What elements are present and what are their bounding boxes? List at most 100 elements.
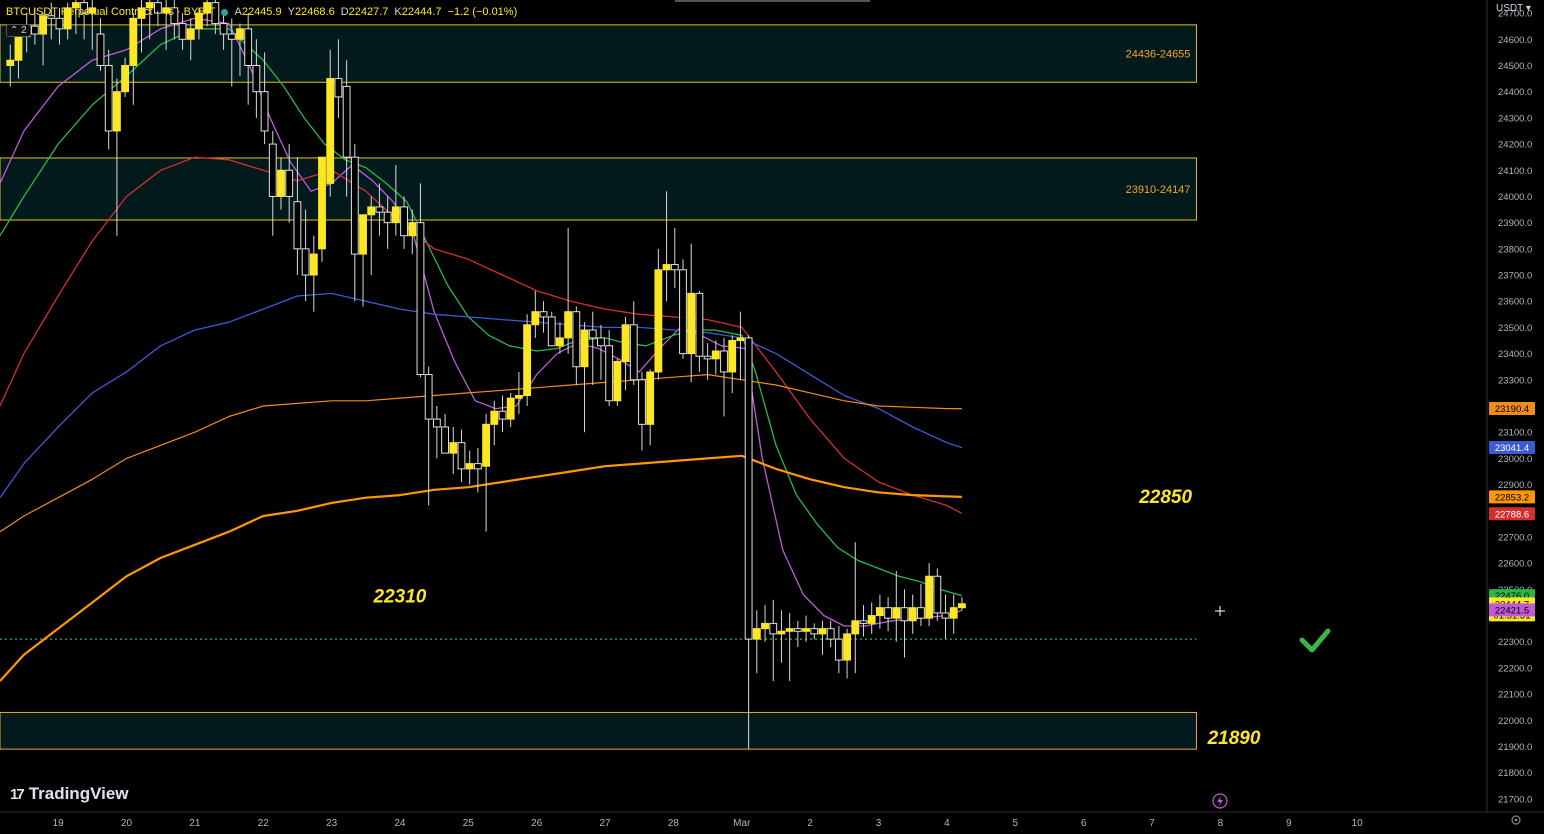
candle-body-up: [367, 206, 376, 216]
candle[interactable]: [309, 235, 318, 312]
candle[interactable]: [941, 594, 950, 640]
ema-line-5: [0, 454, 962, 682]
candle[interactable]: [949, 594, 958, 634]
candle[interactable]: [867, 602, 876, 634]
candle[interactable]: [506, 392, 515, 427]
y-tick-label: 23100.0: [1498, 428, 1532, 439]
y-tick-label: 22200.0: [1498, 663, 1532, 674]
candle[interactable]: [851, 542, 860, 674]
candle[interactable]: [359, 214, 367, 307]
candle[interactable]: [301, 209, 310, 302]
candle-body-down: [334, 78, 343, 98]
top-scroll-indicator[interactable]: [675, 0, 870, 2]
candle[interactable]: [457, 429, 466, 482]
candle[interactable]: [424, 366, 433, 506]
candle[interactable]: [449, 426, 458, 475]
candle[interactable]: [670, 227, 679, 289]
candle[interactable]: [129, 13, 138, 105]
candle[interactable]: [859, 605, 868, 637]
symbol-title: BTCUSDT Perpetual Contract · 4s · BYBIT: [6, 6, 216, 18]
candle[interactable]: [432, 406, 441, 459]
chevron-down-icon: ▾: [1525, 3, 1531, 14]
x-tick-label: 4: [944, 818, 950, 829]
candle[interactable]: [777, 610, 786, 663]
candle[interactable]: [597, 324, 605, 380]
candle[interactable]: [810, 623, 819, 640]
currency-selector[interactable]: USDT ▾: [1496, 3, 1531, 14]
candle-body-down: [834, 638, 843, 661]
candle-body-down: [375, 206, 384, 213]
candle[interactable]: [531, 290, 540, 338]
candle[interactable]: [514, 371, 523, 414]
candle[interactable]: [925, 563, 934, 627]
candle-body-up: [564, 311, 573, 339]
candle[interactable]: [826, 620, 835, 647]
candle[interactable]: [613, 358, 622, 406]
candle[interactable]: [761, 605, 769, 642]
candle[interactable]: [621, 316, 630, 391]
candle[interactable]: [498, 395, 507, 433]
candle[interactable]: [695, 290, 704, 372]
candle[interactable]: [482, 413, 491, 532]
x-tick-label: 5: [1012, 818, 1018, 829]
candle[interactable]: [679, 259, 687, 359]
candle[interactable]: [843, 628, 851, 679]
candle[interactable]: [547, 311, 556, 347]
candle[interactable]: [744, 335, 753, 750]
chart-svg[interactable]: 24436-2465523910-24147 223102285021890 2…: [0, 0, 1544, 829]
candle[interactable]: [884, 597, 893, 632]
candle-body-up: [129, 17, 138, 66]
zone-upper-label: 24436-24655: [1126, 49, 1191, 61]
candle[interactable]: [465, 450, 474, 485]
candle[interactable]: [769, 599, 778, 682]
candle[interactable]: [752, 610, 761, 674]
candle[interactable]: [441, 413, 449, 454]
candle[interactable]: [785, 612, 794, 682]
candle[interactable]: [638, 371, 646, 451]
candle-body-up: [121, 64, 130, 93]
candle[interactable]: [908, 594, 917, 634]
candle[interactable]: [736, 311, 745, 380]
candle[interactable]: [580, 322, 589, 433]
candle-body-down: [769, 622, 778, 635]
candle[interactable]: [802, 615, 810, 642]
candle[interactable]: [572, 306, 581, 386]
candle-body-up: [646, 371, 655, 425]
candle-body-up: [531, 311, 540, 326]
candle[interactable]: [958, 597, 966, 611]
annotation-21890: 21890: [1207, 728, 1261, 749]
candle[interactable]: [350, 144, 359, 302]
candle[interactable]: [318, 156, 326, 262]
candle[interactable]: [605, 330, 614, 406]
indicators-collapse-button[interactable]: ⌃ 2: [6, 24, 31, 37]
candle[interactable]: [564, 227, 573, 354]
gear-icon[interactable]: [1511, 815, 1521, 825]
ema-line-0: [0, 17, 963, 627]
candle-body-up: [761, 622, 769, 630]
tradingview-logo[interactable]: 17 TradingView: [10, 784, 129, 804]
chart[interactable]: 24436-24655 23910-24147 22310 22850 21890 2…: [0, 0, 1544, 829]
candle[interactable]: [793, 620, 802, 647]
candle[interactable]: [900, 589, 909, 658]
bolt-icon[interactable]: [1212, 793, 1228, 809]
candle[interactable]: [646, 369, 655, 446]
symbol-legend[interactable]: BTCUSDT Perpetual Contract · 4s · BYBIT …: [6, 6, 517, 18]
candle[interactable]: [728, 335, 737, 393]
svg-text:22788.6: 22788.6: [1495, 509, 1529, 520]
candle[interactable]: [654, 248, 663, 380]
candle[interactable]: [892, 571, 901, 642]
price-label-ema-orange-thin: 23190.4: [1489, 402, 1535, 416]
candle[interactable]: [916, 584, 925, 627]
candle[interactable]: [588, 311, 597, 386]
candle[interactable]: [834, 626, 843, 674]
candle[interactable]: [818, 620, 827, 655]
candle[interactable]: [687, 243, 696, 383]
candle-body-up: [14, 36, 23, 61]
candle[interactable]: [933, 568, 942, 621]
time-axis[interactable]: 19 20 21 22 23 24 25 26 27 28 Mar 2 3 4 5 6 7 8 9 10: [0, 811, 1544, 829]
candle[interactable]: [711, 340, 720, 375]
candle[interactable]: [367, 196, 376, 276]
candle[interactable]: [523, 314, 532, 406]
price-label-ema-red: 22788.6: [1489, 507, 1535, 521]
candle[interactable]: [539, 301, 548, 333]
